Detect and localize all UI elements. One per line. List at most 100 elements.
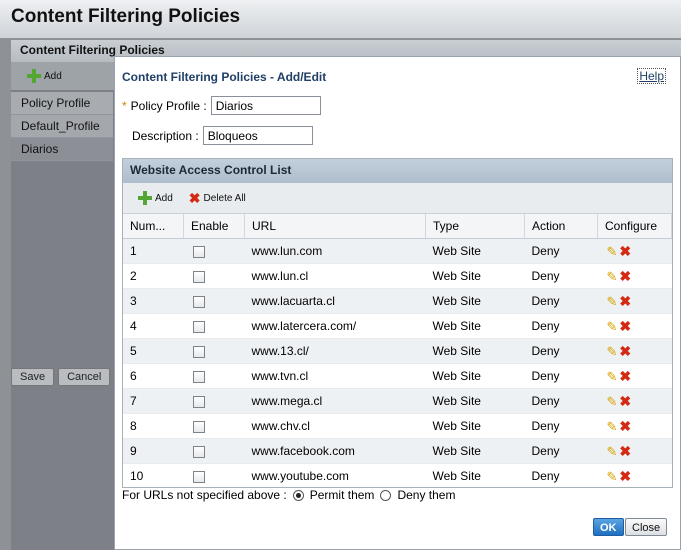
row-enable-cell: [183, 263, 245, 289]
table-row[interactable]: 7 www.mega.cl Web Site Deny ✎ ✖: [123, 388, 672, 414]
background-add-button[interactable]: Add: [27, 69, 62, 83]
column-header-type[interactable]: Type: [425, 214, 525, 239]
row-num: 9: [123, 438, 184, 464]
enable-checkbox[interactable]: [192, 295, 205, 308]
profile-list-header[interactable]: Policy Profile: [11, 92, 113, 115]
delete-icon[interactable]: ✖: [619, 243, 631, 259]
policy-profile-input[interactable]: [210, 96, 321, 115]
required-marker: *: [122, 98, 127, 113]
delete-icon[interactable]: ✖: [619, 468, 631, 484]
row-configure: ✎ ✖: [597, 463, 672, 487]
row-url: www.lun.com: [244, 238, 426, 264]
row-url: www.chv.cl: [244, 413, 426, 439]
row-num: 10: [123, 463, 184, 487]
edit-pencil-icon[interactable]: ✎: [607, 469, 618, 484]
profile-list-item[interactable]: Default_Profile: [11, 115, 113, 138]
table-row[interactable]: 6 www.tvn.cl Web Site Deny ✎ ✖: [123, 363, 672, 389]
policy-profile-row: * Policy Profile :: [122, 96, 321, 115]
row-action: Deny: [524, 363, 598, 389]
cancel-button[interactable]: Cancel: [58, 368, 111, 386]
background-toolbar: Add: [11, 62, 121, 90]
row-enable-cell: [183, 338, 245, 364]
enable-checkbox[interactable]: [192, 395, 205, 408]
edit-pencil-icon[interactable]: ✎: [607, 244, 618, 259]
delete-icon[interactable]: ✖: [619, 443, 631, 459]
delete-all-button[interactable]: ✖ Delete All: [188, 190, 246, 206]
delete-icon[interactable]: ✖: [619, 318, 631, 334]
row-action: Deny: [524, 413, 598, 439]
edit-pencil-icon[interactable]: ✎: [607, 394, 618, 409]
column-header-action[interactable]: Action: [524, 214, 598, 239]
ok-button[interactable]: OK: [593, 518, 624, 536]
delete-icon[interactable]: ✖: [619, 418, 631, 434]
table-row[interactable]: 10 www.youtube.com Web Site Deny ✎ ✖: [123, 463, 672, 487]
acl-toolbar: Add ✖ Delete All: [123, 183, 672, 214]
row-url: www.lacuarta.cl: [244, 288, 426, 314]
unspecified-label: For URLs not specified above :: [122, 488, 287, 502]
row-configure: ✎ ✖: [597, 338, 672, 364]
edit-pencil-icon[interactable]: ✎: [607, 319, 618, 334]
permit-label[interactable]: Permit them: [310, 488, 375, 502]
row-num: 2: [123, 263, 184, 289]
close-button[interactable]: Close: [625, 518, 668, 536]
row-type: Web Site: [425, 363, 525, 389]
edit-pencil-icon[interactable]: ✎: [607, 344, 618, 359]
row-url: www.youtube.com: [244, 463, 426, 487]
enable-checkbox[interactable]: [192, 270, 205, 283]
description-input[interactable]: [202, 126, 313, 145]
edit-pencil-icon[interactable]: ✎: [607, 369, 618, 384]
row-action: Deny: [524, 338, 598, 364]
unspecified-urls-row: For URLs not specified above : Permit th…: [122, 488, 455, 502]
acl-add-button[interactable]: Add: [138, 191, 173, 205]
row-enable-cell: [183, 313, 245, 339]
row-configure: ✎ ✖: [597, 238, 672, 264]
row-configure: ✎ ✖: [597, 438, 672, 464]
row-configure: ✎ ✖: [597, 263, 672, 289]
description-label: Description :: [132, 128, 199, 143]
row-type: Web Site: [425, 338, 525, 364]
delete-icon[interactable]: ✖: [619, 343, 631, 359]
table-row[interactable]: 9 www.facebook.com Web Site Deny ✎ ✖: [123, 438, 672, 464]
help-link[interactable]: Help: [637, 68, 666, 84]
row-configure: ✎ ✖: [597, 313, 672, 339]
enable-checkbox[interactable]: [192, 345, 205, 358]
row-url: www.lun.cl: [244, 263, 426, 289]
column-header-num[interactable]: Num...: [123, 214, 184, 239]
table-row[interactable]: 5 www.13.cl/Web Site Deny ✎ ✖: [123, 338, 672, 364]
delete-icon[interactable]: ✖: [619, 368, 631, 384]
edit-pencil-icon[interactable]: ✎: [607, 294, 618, 309]
edit-pencil-icon[interactable]: ✎: [607, 269, 618, 284]
deny-radio[interactable]: [380, 489, 392, 501]
delete-icon[interactable]: ✖: [619, 268, 631, 284]
edit-pencil-icon[interactable]: ✎: [607, 419, 618, 434]
table-row[interactable]: 3 www.lacuarta.cl Web Site Deny ✎ ✖: [123, 288, 672, 314]
column-header-enable[interactable]: Enable: [183, 214, 245, 239]
row-enable-cell: [183, 388, 245, 414]
enable-checkbox[interactable]: [192, 445, 205, 458]
enable-checkbox[interactable]: [192, 420, 205, 433]
save-button[interactable]: Save: [11, 368, 55, 386]
enable-checkbox[interactable]: [192, 370, 205, 383]
row-type: Web Site: [425, 313, 525, 339]
delete-icon[interactable]: ✖: [619, 293, 631, 309]
table-row[interactable]: 2 www.lun.cl Web Site Deny ✎ ✖: [123, 263, 672, 289]
row-type: Web Site: [425, 438, 525, 464]
enable-checkbox[interactable]: [192, 320, 205, 333]
row-type: Web Site: [425, 288, 525, 314]
enable-checkbox[interactable]: [192, 245, 205, 258]
dialog-title: Content Filtering Policies - Add/Edit: [122, 70, 327, 84]
table-row[interactable]: 4 www.latercera.com/Web Site Deny ✎ ✖: [123, 313, 672, 339]
edit-pencil-icon[interactable]: ✎: [607, 444, 618, 459]
row-enable-cell: [183, 288, 245, 314]
delete-icon[interactable]: ✖: [619, 393, 631, 409]
table-row[interactable]: 8 www.chv.cl Web Site Deny ✎ ✖: [123, 413, 672, 439]
permit-radio[interactable]: [292, 489, 304, 501]
deny-label[interactable]: Deny them: [397, 488, 455, 502]
column-header-url[interactable]: URL: [244, 214, 426, 239]
profile-list-item[interactable]: Diarios: [11, 138, 113, 161]
table-row[interactable]: 1 www.lun.com Web Site Deny ✎ ✖: [123, 238, 672, 264]
enable-checkbox[interactable]: [192, 470, 205, 483]
row-url: www.mega.cl: [244, 388, 426, 414]
delete-icon: ✖: [188, 190, 201, 206]
row-configure: ✎ ✖: [597, 413, 672, 439]
